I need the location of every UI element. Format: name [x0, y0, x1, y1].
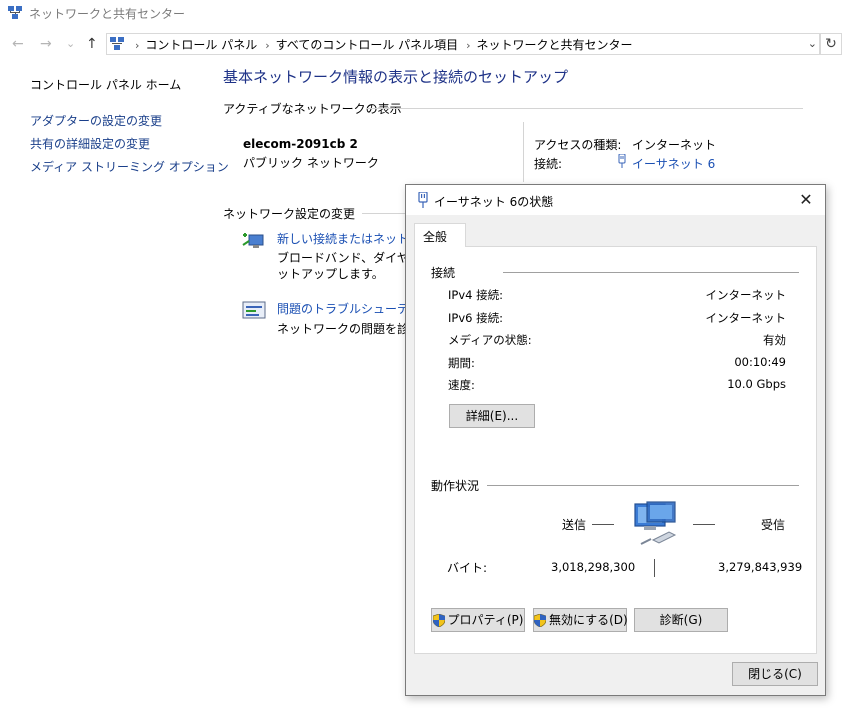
window-title: ネットワークと共有センター [29, 7, 186, 21]
breadcrumb-separator-icon: › [135, 39, 140, 52]
speed-label: 速度: [448, 378, 475, 392]
recent-locations-chevron-icon[interactable]: ⌄ [66, 36, 75, 52]
control-panel-location-icon [110, 37, 124, 50]
duration-label: 期間: [448, 356, 475, 370]
ipv6-label: IPv6 接続: [448, 311, 503, 325]
network-center-icon [8, 6, 22, 19]
divider [523, 122, 524, 182]
bytes-sent-value: 3,018,298,300 [551, 560, 636, 574]
navigation-bar: ← → ⌄ ↑ › コントロール パネル › すべてのコントロール パネル項目 › ネット… [0, 33, 856, 57]
connection-group-label: 接続 [431, 266, 456, 280]
sidebar-item-advanced-sharing[interactable]: 共有の詳細設定の変更 [30, 135, 150, 152]
forward-arrow-icon[interactable]: → [40, 36, 52, 52]
bytes-received-value: 3,279,843,939 [718, 560, 803, 574]
breadcrumb: › コントロール パネル › すべてのコントロール パネル項目 › ネットワークと共有セン… [127, 36, 633, 53]
window-titlebar: ネットワークと共有センター [0, 0, 856, 26]
connection-ethernet-link[interactable]: イーサネット 6 [632, 155, 715, 172]
up-arrow-icon[interactable]: ↑ [86, 36, 98, 52]
properties-button[interactable]: プロパティ(P) [431, 608, 525, 632]
sidebar-item-media-streaming[interactable]: メディア ストリーミング オプション [30, 158, 229, 175]
access-type-value: インターネット [632, 138, 717, 152]
sidebar-item-adapter-settings[interactable]: アダプターの設定の変更 [30, 112, 162, 129]
close-button[interactable]: 閉じる(C) [732, 662, 818, 686]
breadcrumb-separator-icon: › [265, 39, 270, 52]
details-button[interactable]: 詳細(E)... [449, 404, 535, 428]
divider [362, 213, 405, 214]
media-state-value: 有効 [763, 333, 786, 347]
bytes-separator [654, 559, 655, 577]
network-category-link[interactable]: パブリック ネットワーク [243, 154, 379, 171]
breadcrumb-control-panel[interactable]: コントロール パネル [145, 38, 257, 52]
new-connection-icon [242, 233, 264, 248]
address-dropdown-chevron-icon[interactable]: ⌄ [808, 37, 817, 50]
address-bar[interactable]: › コントロール パネル › すべてのコントロール パネル項目 › ネットワークと共有セン… [106, 33, 820, 55]
connection-label: 接続: [534, 157, 563, 171]
back-arrow-icon[interactable]: ← [12, 36, 24, 52]
dialog-titlebar: イーサネット 6の状態 ✕ [406, 185, 825, 215]
dialog-title: イーサネット 6の状態 [434, 195, 554, 209]
troubleshoot-icon [242, 301, 266, 319]
tab-general[interactable]: 全般 [414, 223, 466, 247]
duration-value: 00:10:49 [734, 355, 786, 369]
activity-group-label: 動作状況 [431, 479, 480, 493]
dialog-close-icon[interactable]: ✕ [795, 189, 817, 211]
received-label: 受信 [761, 518, 786, 532]
general-tab-panel: 接続 IPv4 接続: インターネット IPv6 接続: インターネット メディ… [414, 246, 817, 654]
breadcrumb-all-items[interactable]: すべてのコントロール パネル項目 [276, 38, 459, 52]
ethernet-icon [618, 154, 626, 168]
access-type-label: アクセスの種類: [534, 138, 622, 152]
sent-dash [592, 524, 614, 525]
sent-label: 送信 [562, 518, 587, 532]
received-dash [693, 524, 715, 525]
ipv4-value: インターネット [705, 288, 787, 302]
uac-shield-icon [534, 614, 546, 627]
refresh-button[interactable]: ↻ [820, 33, 842, 55]
breadcrumb-network-center[interactable]: ネットワークと共有センター [477, 38, 633, 52]
properties-button-label: プロパティ(P) [447, 613, 524, 627]
change-settings-header: ネットワーク設定の変更 [223, 207, 356, 221]
network-computers-icon [634, 501, 677, 545]
new-connection-description: ットアップします。 [277, 267, 384, 281]
diagnose-button[interactable]: 診断(G) [634, 608, 728, 632]
page-title: 基本ネットワーク情報の表示と接続のセットアップ [223, 68, 569, 86]
network-name: elecom-2091cb 2 [243, 137, 358, 151]
divider [366, 108, 803, 109]
media-state-label: メディアの状態: [448, 333, 532, 347]
disable-button[interactable]: 無効にする(D) [533, 608, 628, 632]
ethernet-status-dialog: イーサネット 6の状態 ✕ 全般 接続 IPv4 接続: インターネット IPv… [405, 184, 826, 696]
divider [487, 485, 799, 486]
ethernet-icon [418, 192, 428, 208]
speed-value: 10.0 Gbps [727, 377, 786, 391]
ipv4-label: IPv4 接続: [448, 288, 503, 302]
disable-button-label: 無効にする(D) [549, 613, 628, 627]
breadcrumb-separator-icon: › [466, 39, 471, 52]
divider [503, 272, 799, 273]
ipv6-value: インターネット [705, 311, 787, 325]
bytes-label: バイト: [447, 561, 488, 575]
sidebar-home-link[interactable]: コントロール パネル ホーム [30, 76, 181, 93]
uac-shield-icon [432, 614, 445, 627]
